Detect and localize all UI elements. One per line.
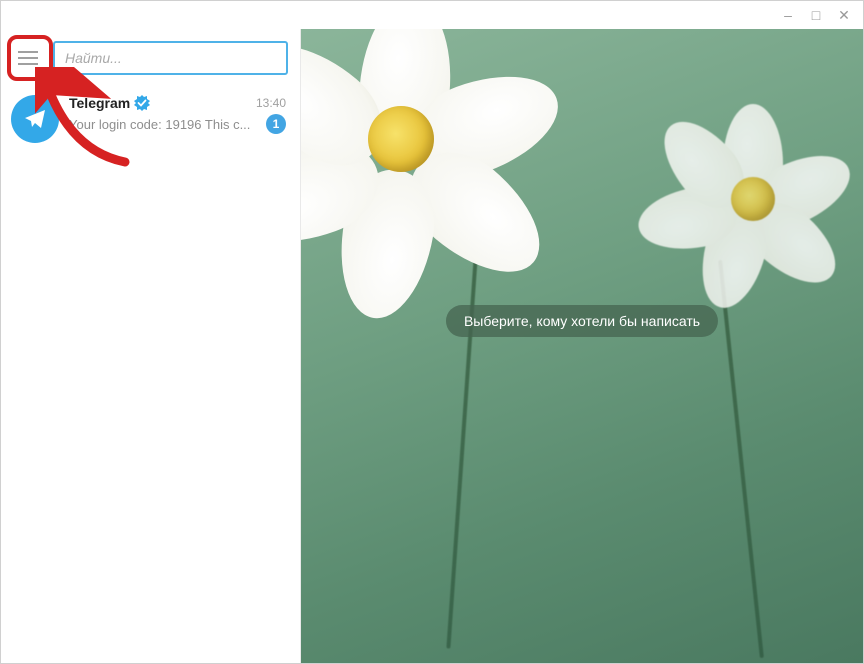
verified-badge-icon bbox=[134, 95, 150, 111]
minimize-icon: – bbox=[784, 7, 792, 23]
hamburger-menu-button[interactable] bbox=[9, 39, 47, 77]
chat-preview-row: Your login code: 19196 This c... 1 bbox=[69, 114, 286, 134]
bg-flower bbox=[663, 109, 843, 289]
app-body: Telegram 13:40 Your login code: 19196 Th… bbox=[1, 29, 863, 663]
avatar bbox=[11, 95, 59, 143]
search-container bbox=[53, 41, 288, 75]
hamburger-icon bbox=[18, 51, 38, 65]
maximize-icon: □ bbox=[812, 7, 820, 23]
chat-meta: Telegram 13:40 Your login code: 19196 Th… bbox=[69, 95, 286, 134]
sidebar: Telegram 13:40 Your login code: 19196 Th… bbox=[1, 29, 301, 663]
search-input[interactable] bbox=[53, 41, 288, 75]
chat-list-item[interactable]: Telegram 13:40 Your login code: 19196 Th… bbox=[1, 87, 300, 151]
window-titlebar: – □ ✕ bbox=[1, 1, 863, 29]
window-minimize-button[interactable]: – bbox=[777, 4, 799, 26]
window-maximize-button[interactable]: □ bbox=[805, 4, 827, 26]
empty-chat-placeholder: Выберите, кому хотели бы написать bbox=[446, 305, 718, 337]
window-close-button[interactable]: ✕ bbox=[833, 4, 855, 26]
sidebar-header bbox=[1, 29, 300, 87]
telegram-plane-icon bbox=[23, 107, 47, 131]
chat-background-pane: Выберите, кому хотели бы написать bbox=[301, 29, 863, 663]
chat-preview: Your login code: 19196 This c... bbox=[69, 117, 260, 132]
bg-flower bbox=[301, 29, 531, 269]
bg-stem bbox=[718, 260, 764, 658]
bg-stem bbox=[446, 229, 479, 648]
unread-badge: 1 bbox=[266, 114, 286, 134]
close-icon: ✕ bbox=[838, 7, 850, 24]
chat-name: Telegram bbox=[69, 95, 130, 111]
chat-title-row: Telegram 13:40 bbox=[69, 95, 286, 111]
chat-time: 13:40 bbox=[256, 96, 286, 110]
